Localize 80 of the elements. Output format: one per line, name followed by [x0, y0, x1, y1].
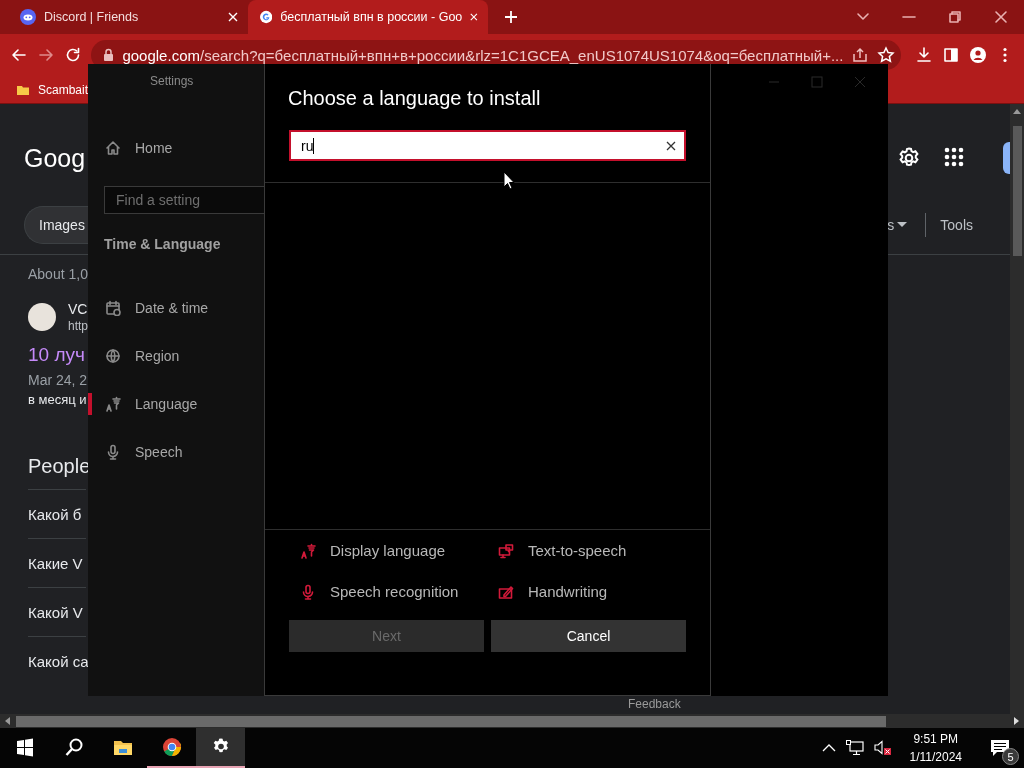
site-logo-icon — [28, 303, 56, 331]
dialog-button[interactable]: Cancel — [491, 620, 686, 652]
discord-icon — [20, 9, 36, 25]
clock[interactable]: 9:51 PM 1/11/2024 — [909, 730, 962, 766]
home-link[interactable]: Home — [88, 124, 264, 172]
question-row[interactable]: Какой V — [28, 587, 86, 636]
question-row[interactable]: Какой б — [28, 489, 86, 538]
profile-icon[interactable] — [969, 46, 988, 64]
language-icon — [105, 396, 121, 412]
account-button[interactable] — [1003, 142, 1010, 174]
nav-item[interactable]: Region — [88, 332, 264, 380]
volume-muted-icon[interactable] — [873, 740, 892, 756]
scrollbar-thumb[interactable] — [1012, 126, 1022, 256]
result-date: Mar 24, 2 — [28, 372, 88, 388]
scroll-right-icon[interactable] — [1014, 717, 1020, 725]
scrollbar-thumb[interactable] — [16, 715, 886, 727]
dialog-title: Choose a language to install — [287, 86, 542, 111]
scroll-up-icon[interactable] — [1013, 108, 1021, 114]
filter-menu-label[interactable]: s — [887, 217, 895, 233]
download-icon[interactable] — [914, 46, 933, 64]
result-count: About 1,0 — [28, 266, 88, 284]
chevron-up-icon[interactable] — [821, 743, 836, 753]
notifications-button[interactable]: 5 — [980, 728, 1020, 768]
google-logo[interactable]: Goog — [24, 143, 86, 173]
search-field[interactable]: Find a setting — [104, 186, 264, 214]
microphone-icon — [105, 444, 121, 460]
result-snippet: в месяц и — [28, 392, 87, 407]
feature-label: Text-to-speech — [528, 542, 627, 559]
star-icon[interactable] — [877, 46, 896, 64]
url-path: /search?q=бесплатный+впн+в+россии&rlz=1C1GCEA_enUS1074US1074&oq=бесплатный+... — [200, 46, 844, 64]
vertical-scrollbar[interactable] — [1010, 104, 1024, 714]
clear-icon[interactable] — [666, 140, 676, 151]
start-icon — [14, 737, 35, 757]
chrome-icon — [161, 737, 182, 757]
result-title-link[interactable]: 10 луч — [28, 344, 85, 366]
question-row[interactable]: Какой са — [28, 636, 86, 685]
feedback-link[interactable]: Feedback — [628, 697, 681, 711]
back-icon[interactable] — [9, 46, 28, 64]
feature-label: Display language — [330, 542, 446, 559]
question-row[interactable]: Какие V — [28, 538, 86, 587]
globe-icon — [105, 348, 121, 364]
filter-chip[interactable]: Images — [24, 206, 88, 244]
side-panel-icon[interactable] — [942, 46, 961, 64]
lock-icon — [103, 48, 115, 62]
browser-tab[interactable]: Discord | Friends — [8, 0, 248, 34]
bookmark[interactable]: Scambait — [38, 82, 89, 97]
nav-item[interactable]: Speech — [88, 428, 264, 476]
handwriting-icon — [498, 583, 514, 600]
network-icon[interactable] — [845, 740, 864, 756]
feature-label: Speech recognition — [330, 583, 459, 600]
new-tab-icon[interactable] — [504, 10, 518, 24]
section-heading: Time & Language — [103, 235, 222, 254]
close-icon[interactable] — [994, 10, 1008, 24]
url-host: google.com — [122, 46, 200, 64]
feature-label: Handwriting — [528, 583, 608, 600]
language-icon — [300, 542, 316, 559]
taskbar-button[interactable] — [196, 728, 245, 768]
site-url: http — [68, 318, 88, 334]
nav-item[interactable]: Date & time — [88, 284, 264, 332]
calendar-icon — [105, 300, 121, 316]
share-icon[interactable] — [851, 46, 870, 64]
forward-icon[interactable] — [36, 46, 55, 64]
nav-item[interactable]: Language — [88, 380, 264, 428]
window-title: Settings — [149, 73, 195, 90]
dropdown-caret-icon[interactable] — [897, 222, 908, 228]
section-heading: People — [28, 455, 91, 479]
scroll-left-icon[interactable] — [4, 717, 10, 725]
microphone-icon — [300, 583, 316, 600]
browser-tab[interactable]: бесплатный впн в россии - Goo — [248, 0, 488, 34]
search-icon — [63, 737, 84, 757]
notification-count: 5 — [1002, 748, 1019, 765]
home-icon — [105, 140, 121, 156]
speech-icon — [498, 542, 514, 559]
tools-button[interactable]: Tools — [940, 217, 973, 233]
google-icon — [260, 9, 273, 25]
horizontal-scrollbar[interactable] — [0, 714, 1024, 728]
mouse-cursor-icon — [503, 171, 515, 190]
language-search-field[interactable]: ru — [289, 130, 686, 161]
restore-icon[interactable] — [948, 10, 962, 24]
site-name: VC — [68, 300, 88, 318]
